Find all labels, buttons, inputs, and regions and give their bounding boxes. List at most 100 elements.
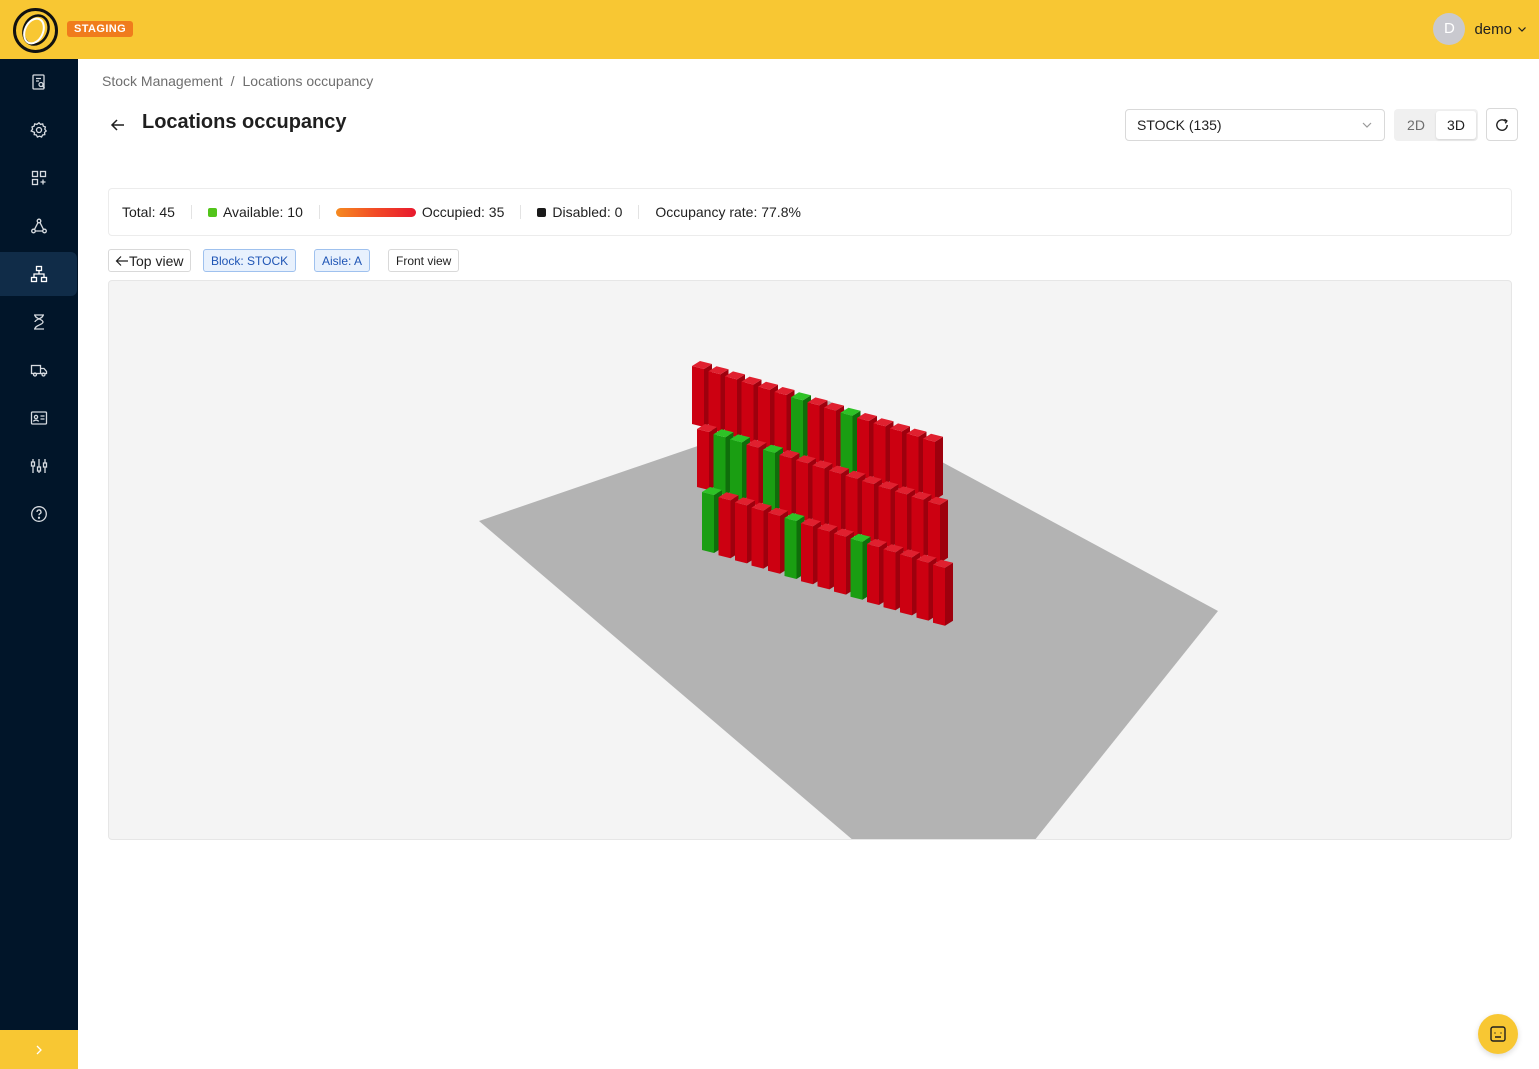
cell-front-face [801, 523, 813, 585]
chevron-right-icon [36, 1045, 42, 1054]
view-mode-toggle: 2D 3D [1394, 109, 1478, 141]
stat-disabled: Disabled: 0 [537, 204, 622, 220]
refresh-button[interactable] [1486, 108, 1518, 141]
stat-occupancy-rate: Occupancy rate: 77.8% [655, 204, 801, 220]
cell-front-face [796, 460, 808, 522]
cell-front-face [741, 381, 754, 443]
cell-front-face [758, 386, 770, 448]
cell-front-face [895, 491, 907, 553]
cell-front-face [900, 554, 912, 616]
grid-plus-icon [31, 170, 46, 186]
sidebar-item-network[interactable] [0, 204, 77, 248]
user-menu[interactable]: D demo [1433, 13, 1527, 45]
sliders-icon [30, 459, 47, 473]
clipboard-search-icon [31, 74, 45, 90]
warehouse-select-value: STOCK (135) [1137, 117, 1222, 133]
sidebar [0, 59, 78, 1069]
cell-front-face [812, 465, 825, 527]
chevron-down-icon [1518, 27, 1526, 32]
arrow-left-icon [115, 255, 128, 266]
user-name: demo [1474, 20, 1512, 38]
sidebar-item-shipping[interactable] [0, 348, 77, 392]
stat-total-text: Total: 45 [122, 204, 175, 220]
top-view-label: Top view [129, 252, 184, 269]
truck-icon [30, 364, 47, 377]
location-cell-occupied[interactable] [923, 433, 943, 500]
occupancy-3d-canvas[interactable] [108, 280, 1512, 840]
network-icon [30, 218, 47, 234]
cell-front-face [718, 497, 731, 559]
cell-front-face [862, 481, 874, 542]
cell-front-face [768, 512, 780, 574]
cell-front-face [873, 423, 886, 485]
occupancy-stats: Total: 45 Available: 10 Occupied: 35 Dis… [108, 188, 1512, 236]
warehouse-select[interactable]: STOCK (135) [1125, 109, 1385, 141]
top-view-button[interactable]: Top view [108, 249, 192, 272]
available-swatch [207, 207, 217, 217]
cell-front-face [791, 397, 803, 459]
location-cell-occupied[interactable] [933, 559, 953, 626]
cell-front-face [867, 544, 879, 605]
cell-front-face [824, 407, 836, 469]
view-mode-3d[interactable]: 3D [1436, 111, 1476, 139]
sidebar-expand-button[interactable] [0, 1030, 78, 1069]
sidebar-item-contacts[interactable] [0, 396, 77, 440]
cell-front-face [845, 475, 858, 537]
cell-front-face [916, 559, 929, 621]
stat-available-text: Available: 10 [222, 204, 303, 220]
cell-front-face [735, 502, 747, 564]
stat-disabled-text: Disabled: 0 [552, 204, 623, 220]
refresh-icon [1496, 118, 1508, 131]
location-cell-occupied[interactable] [928, 496, 948, 563]
cell-front-face [890, 428, 902, 490]
divider [318, 205, 320, 219]
sidebar-item-reports[interactable] [0, 60, 77, 104]
cell-front-face [746, 444, 759, 506]
environment-badge: STAGING [67, 21, 134, 37]
logo-icon[interactable] [13, 8, 58, 53]
sidebar-item-help[interactable] [0, 492, 77, 536]
cell-front-face [751, 507, 764, 569]
cell-front-face [829, 470, 841, 532]
stat-occupied: Occupied: 35 [335, 204, 504, 220]
cell-front-face [840, 412, 853, 474]
sidebar-item-configuration[interactable] [0, 444, 77, 488]
hierarchy-icon [30, 265, 47, 283]
cell-front-face [834, 533, 846, 595]
gear-icon [29, 121, 47, 138]
rack-scene[interactable] [109, 281, 1512, 840]
cell-front-face [784, 518, 797, 579]
support-chat-button[interactable] [1478, 1014, 1518, 1054]
cell-front-face [807, 402, 820, 464]
cell-front-face [702, 492, 714, 553]
cell-front-face [923, 438, 935, 500]
stat-occupancy-rate-text: Occupancy rate: 77.8% [655, 204, 801, 220]
cell-front-face [697, 429, 709, 490]
help-circle-icon [30, 506, 47, 522]
cell-front-face [906, 433, 919, 495]
block-tag[interactable]: Block: STOCK [203, 249, 297, 272]
aisle-tag[interactable]: Aisle: A [314, 249, 371, 272]
top-bar: STAGING D demo [0, 0, 1539, 59]
page-title: Locations occupancy [142, 111, 347, 133]
cell-front-face [763, 449, 775, 511]
breadcrumb-stock-management[interactable]: Stock Management [102, 73, 223, 89]
sidebar-item-stock-management[interactable] [0, 252, 77, 296]
breadcrumb-current: Locations occupancy [242, 73, 374, 89]
cell-front-face [779, 455, 792, 516]
cell-front-face [933, 564, 945, 626]
stat-available: Available: 10 [207, 204, 303, 220]
sidebar-item-history[interactable] [0, 300, 77, 344]
back-button[interactable] [108, 115, 128, 135]
occupied-gradient-swatch [335, 207, 416, 217]
cell-front-face [692, 366, 704, 427]
cell-front-face [850, 538, 863, 600]
view-mode-2d[interactable]: 2D [1396, 111, 1436, 139]
sidebar-item-catalog[interactable] [0, 156, 77, 200]
divider [520, 205, 522, 219]
disabled-swatch [537, 207, 547, 217]
divider [638, 205, 640, 219]
front-view-button[interactable]: Front view [388, 249, 460, 272]
sidebar-item-settings[interactable] [0, 108, 77, 152]
cell-front-face [883, 549, 896, 611]
